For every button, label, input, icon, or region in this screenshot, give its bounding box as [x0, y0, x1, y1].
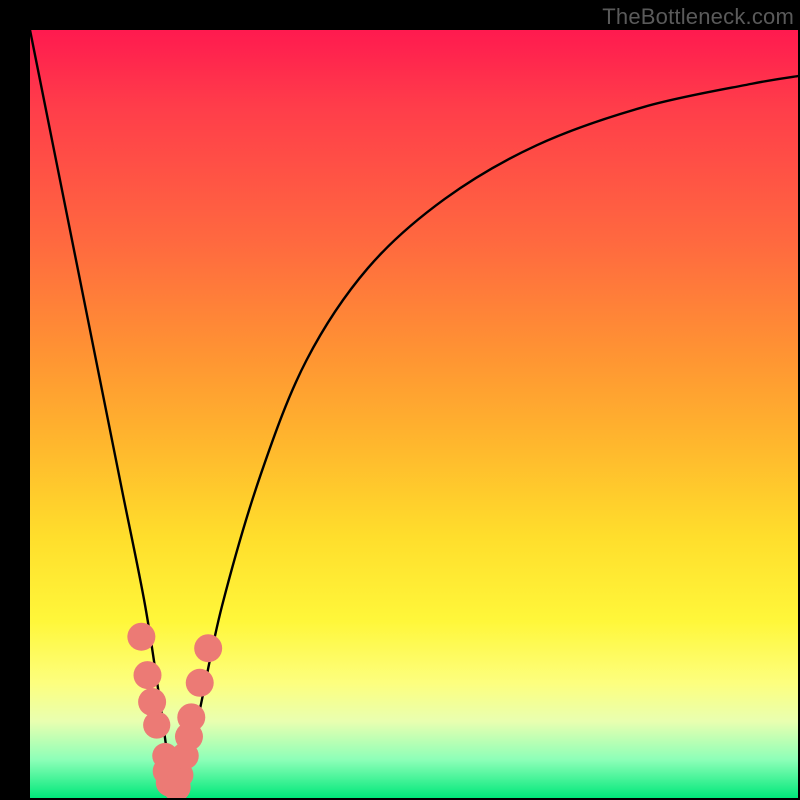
data-marker — [177, 703, 205, 731]
chart-svg — [30, 30, 798, 798]
data-marker — [143, 711, 170, 738]
watermark-text: TheBottleneck.com — [602, 4, 794, 30]
marker-layer — [127, 623, 222, 798]
data-marker — [134, 661, 162, 689]
data-marker — [127, 623, 155, 651]
data-marker — [186, 669, 214, 697]
plot-area — [30, 30, 798, 798]
data-marker — [138, 688, 166, 716]
data-marker — [194, 634, 222, 662]
chart-frame: TheBottleneck.com — [0, 0, 800, 800]
